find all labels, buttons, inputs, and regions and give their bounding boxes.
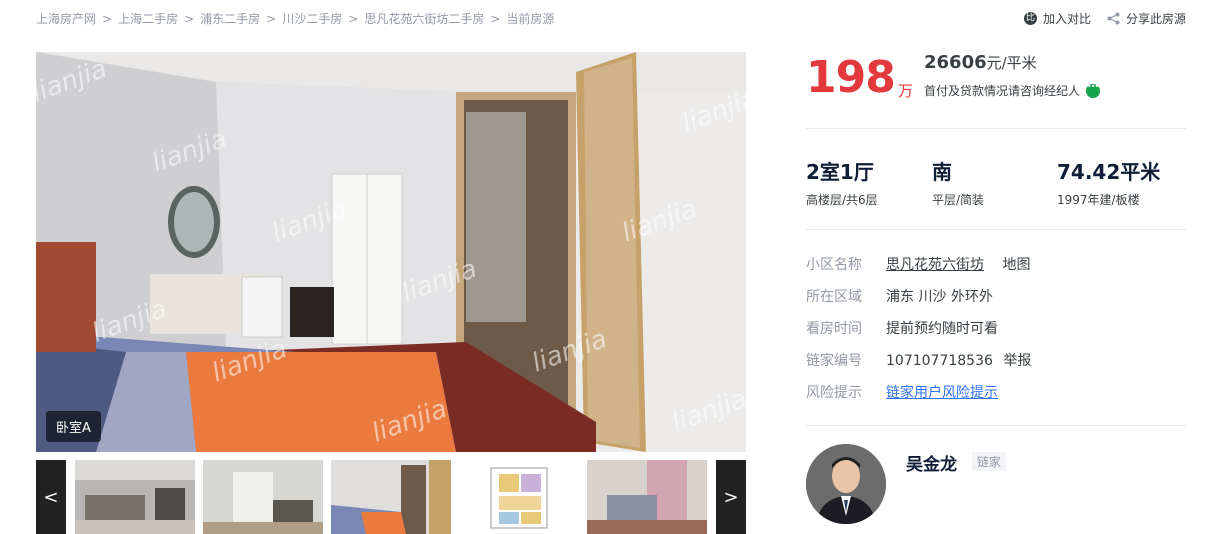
chat-icon[interactable]: [1086, 82, 1101, 98]
thumbnail-prev-button[interactable]: <: [36, 460, 66, 534]
spec-orientation-sub: 平层/简装: [932, 193, 985, 207]
unit-price: 26606元/平米: [924, 52, 1037, 73]
spec-area-value: 74.42平米: [1057, 160, 1161, 184]
listing-id-value: 107107718536: [886, 353, 993, 369]
breadcrumb-separator: >: [490, 11, 501, 26]
breadcrumb-separator: >: [348, 11, 359, 26]
share-label: 分享此房源: [1125, 12, 1186, 26]
listing-id-wrap: 107107718536 举报: [886, 350, 1031, 370]
top-actions: 比 加入对比 分享此房源: [1023, 10, 1186, 27]
spec-area: 74.42平米 1997年建/板楼: [1057, 156, 1160, 208]
spec-layout: 2室1厅 高楼层/共6层: [806, 156, 878, 208]
house-specs: 2室1厅 高楼层/共6层 南 平层/简装 74.42平米 1997年建/板楼: [806, 156, 1186, 208]
consult-agent-link[interactable]: 首付及贷款情况请咨询经纪人: [924, 82, 1101, 99]
add-compare-label: 加入对比: [1042, 12, 1091, 26]
info-row-community: 小区名称 思凡花苑六街坊 地图: [806, 254, 1186, 286]
share-icon: [1107, 12, 1120, 25]
spec-layout-sub: 高楼层/共6层: [806, 193, 878, 207]
thumbnail-living-room-2[interactable]: [203, 460, 323, 534]
consult-text: 首付及贷款情况请咨询经纪人: [924, 84, 1081, 98]
breadcrumb-separator: >: [184, 11, 195, 26]
viewing-value: 提前预约随时可看: [886, 321, 998, 337]
divider: [806, 425, 1186, 426]
breadcrumb-item-shanghai-secondhand[interactable]: 上海二手房: [118, 10, 178, 27]
divider: [806, 229, 1186, 230]
community-label: 小区名称: [806, 257, 862, 273]
viewing-label: 看房时间: [806, 321, 862, 337]
community-value-wrap: 思凡花苑六街坊 地图: [886, 254, 1030, 274]
total-price-unit: 万: [898, 82, 914, 100]
unit-price-value: 26606: [924, 52, 987, 73]
info-row-id: 链家编号 107107718536 举报: [806, 350, 1186, 382]
share-button[interactable]: 分享此房源: [1107, 10, 1186, 27]
spec-orientation: 南 平层/简装: [932, 156, 984, 208]
info-row-region: 所在区域 浦东 川沙 外环外: [806, 286, 1186, 318]
breadcrumb-item-shanghai-realestate[interactable]: 上海房产网: [36, 10, 96, 27]
risk-label: 风险提示: [806, 385, 862, 401]
info-row-risk: 风险提示 链家用户风险提示: [806, 382, 1186, 414]
spec-orientation-value: 南: [932, 160, 952, 184]
agent-tag: 链家: [972, 452, 1007, 471]
compare-icon: 比: [1023, 12, 1037, 25]
breadcrumb-separator: >: [266, 11, 277, 26]
spec-layout-value: 2室1厅: [806, 160, 874, 184]
community-link[interactable]: 思凡花苑六街坊: [886, 257, 984, 273]
thumbnail-next-button[interactable]: >: [716, 460, 746, 534]
house-info-list: 小区名称 思凡花苑六街坊 地图 所在区域 浦东 川沙 外环外 看房时间 提前预约…: [806, 254, 1186, 414]
thumbnail-bedroom-2[interactable]: [587, 460, 707, 534]
report-link[interactable]: 举报: [1003, 353, 1031, 369]
agent-avatar[interactable]: [806, 444, 886, 524]
breadcrumb-current: 当前房源: [506, 12, 555, 26]
region-label: 所在区域: [806, 289, 862, 305]
breadcrumb-item-community[interactable]: 思凡花苑六街坊二手房: [364, 10, 484, 27]
add-compare-button[interactable]: 比 加入对比: [1023, 10, 1091, 27]
photo-caption: 卧室A: [46, 411, 101, 442]
breadcrumb-item-pudong[interactable]: 浦东二手房: [200, 10, 260, 27]
main-photo[interactable]: lianjia lianjia lianjia lianjia lianjia …: [36, 52, 746, 452]
risk-notice-link[interactable]: 链家用户风险提示: [886, 385, 998, 401]
thumbnail-strip: < >: [36, 460, 746, 534]
spec-area-sub: 1997年建/板楼: [1057, 193, 1140, 207]
price-section: 198 万 26606元/平米 首付及贷款情况请咨询经纪人: [806, 52, 1186, 128]
agent-card: 吴金龙 链家: [806, 444, 1186, 524]
total-price: 198: [806, 52, 896, 103]
listing-id-label: 链家编号: [806, 353, 862, 369]
divider: [806, 128, 1186, 129]
thumbnail-bedroom[interactable]: [331, 460, 451, 534]
map-link[interactable]: 地图: [1002, 257, 1030, 273]
info-row-viewing: 看房时间 提前预约随时可看: [806, 318, 1186, 350]
region-value: 浦东 川沙 外环外: [886, 289, 993, 305]
breadcrumb-separator: >: [102, 11, 113, 26]
breadcrumb: 上海房产网 > 上海二手房 > 浦东二手房 > 川沙二手房 > 思凡花苑六街坊二…: [36, 10, 554, 27]
thumbnail-floor-plan[interactable]: [459, 460, 579, 534]
agent-name[interactable]: 吴金龙: [906, 450, 957, 475]
thumbnail-living-room[interactable]: [75, 460, 195, 534]
unit-price-unit: 元/平米: [986, 54, 1037, 72]
breadcrumb-item-chuansha[interactable]: 川沙二手房: [282, 10, 342, 27]
